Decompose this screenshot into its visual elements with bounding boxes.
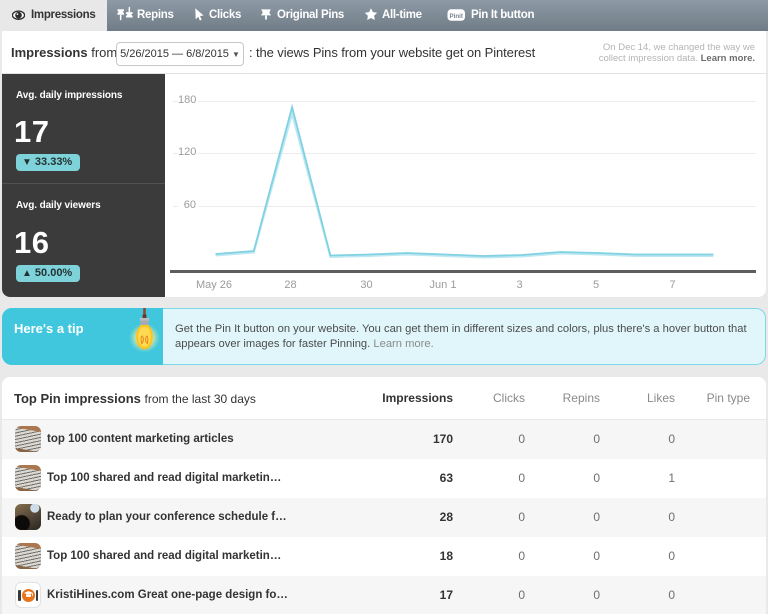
svg-text:Pinit: Pinit xyxy=(449,13,462,20)
